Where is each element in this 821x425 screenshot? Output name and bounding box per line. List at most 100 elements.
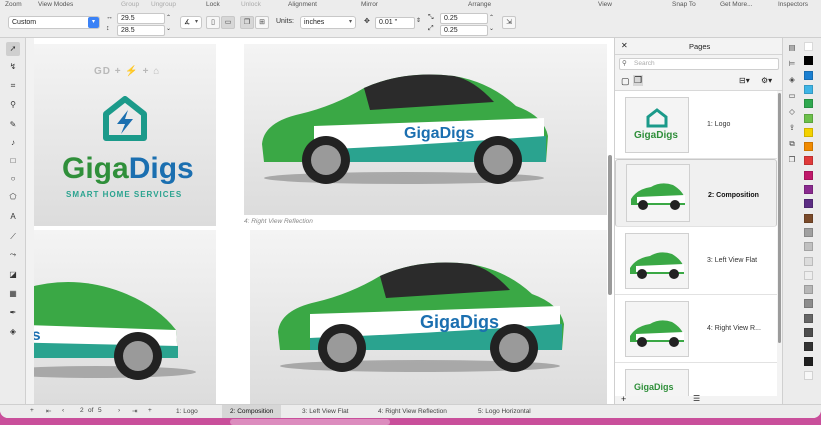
page-height-input[interactable]: 28.5: [117, 25, 165, 36]
add-page-after-icon[interactable]: +: [148, 407, 152, 414]
new-page-icon[interactable]: ▢: [621, 76, 630, 87]
color-swatch[interactable]: [804, 370, 813, 380]
page-tab[interactable]: 1: Logo: [168, 405, 206, 418]
polygon-tool[interactable]: ⬠: [6, 190, 20, 204]
close-icon[interactable]: ✕: [621, 41, 628, 50]
color-swatch[interactable]: [804, 127, 813, 137]
toolbar-label[interactable]: Snap To: [672, 1, 696, 8]
color-swatch[interactable]: [804, 213, 813, 223]
rectangle-tool[interactable]: □: [6, 154, 20, 168]
eyedropper-tool[interactable]: ✒: [6, 306, 20, 320]
comments-icon[interactable]: ▭: [786, 90, 798, 102]
landscape-button[interactable]: ▭: [221, 16, 235, 29]
color-swatch[interactable]: [804, 199, 813, 209]
crop-tool[interactable]: ⌗: [6, 79, 20, 93]
color-swatch[interactable]: [804, 227, 813, 237]
color-swatch[interactable]: [804, 42, 813, 51]
nudge-input[interactable]: 0.01 ": [375, 17, 415, 29]
transform-icon[interactable]: ⧉: [786, 138, 798, 150]
page-list-item[interactable]: GigaDigs 1: Logo: [615, 91, 777, 159]
stepper-icon[interactable]: ⇕: [416, 17, 421, 24]
color-swatch[interactable]: [804, 185, 813, 194]
page-preset-select[interactable]: Custom ▾: [8, 16, 100, 29]
last-page-icon[interactable]: ⇥: [132, 407, 137, 415]
toolbar-label[interactable]: Get More...: [720, 1, 753, 8]
page-current[interactable]: 2: [80, 407, 84, 414]
export-icon[interactable]: ⇪: [786, 122, 798, 134]
current-page-button[interactable]: ⊞: [255, 16, 269, 29]
color-swatch[interactable]: [804, 142, 813, 152]
page-list-item[interactable]: 2: Composition: [615, 159, 777, 227]
align-icon[interactable]: ⊨: [786, 58, 798, 70]
add-page-before-icon[interactable]: +: [30, 407, 34, 414]
list-view-icon[interactable]: ☰: [693, 394, 700, 403]
toolbar-label[interactable]: View Modes: [38, 1, 73, 8]
stepper-icon[interactable]: ⌄: [489, 25, 494, 32]
color-swatch[interactable]: [804, 113, 813, 123]
color-swatch[interactable]: [804, 84, 813, 94]
color-swatch[interactable]: [804, 256, 813, 266]
vertical-ruler[interactable]: [26, 38, 34, 404]
page-options-button[interactable]: ⇲: [502, 16, 516, 29]
page-list-item[interactable]: 4: Right View R...: [615, 295, 777, 363]
toolbar-label[interactable]: View: [598, 1, 612, 8]
stepper-icon[interactable]: ⌃: [489, 14, 494, 21]
pages-search-input[interactable]: ⚲ Search: [619, 58, 779, 70]
duplicate-y-input[interactable]: 0.25: [440, 25, 488, 36]
prev-page-icon[interactable]: ‹: [62, 407, 64, 414]
toolbar-label[interactable]: Ungroup: [151, 1, 176, 8]
portrait-button[interactable]: ▯: [206, 16, 220, 29]
toolbar-label[interactable]: Zoom: [5, 1, 22, 8]
next-page-icon[interactable]: ›: [118, 407, 120, 414]
stepper-icon[interactable]: ⌃: [166, 14, 171, 21]
car-right-view-panel[interactable]: GigaDigs: [244, 44, 607, 215]
pick-tool[interactable]: ➚: [6, 42, 20, 56]
rotation-select[interactable]: ▾ ∡: [180, 16, 202, 29]
page-list-item[interactable]: 3: Left View Flat: [615, 227, 777, 295]
toolbar-label[interactable]: Unlock: [241, 1, 261, 8]
toolbar-label[interactable]: Arrange: [468, 1, 491, 8]
parallel-dimension-tool[interactable]: ⟋: [6, 230, 20, 244]
pages-scrollbar[interactable]: [778, 93, 781, 343]
fill-tool[interactable]: ◈: [6, 325, 20, 339]
color-swatch[interactable]: [804, 342, 813, 352]
zoom-tool[interactable]: ⚲: [6, 98, 20, 112]
page-tab[interactable]: 3: Left View Flat: [294, 405, 357, 418]
page-tab[interactable]: 2: Composition: [222, 405, 282, 418]
color-swatch[interactable]: [804, 156, 813, 166]
color-swatch[interactable]: [804, 356, 813, 366]
drawing-canvas[interactable]: GD + ⚡ + ⌂ GigaDigs SMART HOME SERVICES …: [26, 38, 614, 404]
layers-icon[interactable]: ◈: [786, 74, 798, 86]
first-page-icon[interactable]: ⇤: [46, 407, 51, 415]
page-list-item[interactable]: GigaDigs: [615, 363, 777, 396]
toolbar-label[interactable]: Inspectors: [778, 1, 808, 8]
color-swatch[interactable]: [804, 56, 813, 66]
color-swatch[interactable]: [804, 299, 813, 309]
drop-shadow-tool[interactable]: ◪: [6, 268, 20, 282]
transparency-tool[interactable]: ▦: [6, 287, 20, 301]
add-page-icon[interactable]: +: [621, 394, 626, 404]
connector-tool[interactable]: ⤳: [6, 248, 20, 262]
color-swatch[interactable]: [804, 70, 813, 80]
properties-icon[interactable]: ▤: [786, 42, 798, 54]
toolbar-label[interactable]: Mirror: [361, 1, 378, 8]
page-tab[interactable]: 4: Right View Reflection: [370, 405, 455, 418]
stepper-icon[interactable]: ⌄: [166, 25, 171, 32]
units-select[interactable]: inches ▾: [300, 16, 356, 29]
car-reflection-panel[interactable]: GigaDigs: [250, 230, 607, 404]
color-swatch[interactable]: [804, 99, 813, 109]
color-swatch[interactable]: [804, 313, 813, 323]
toolbar-label[interactable]: Lock: [206, 1, 220, 8]
duplicate-page-icon[interactable]: ❐: [633, 75, 644, 86]
ellipse-tool[interactable]: ○: [6, 172, 20, 186]
logo-panel[interactable]: GD + ⚡ + ⌂ GigaDigs SMART HOME SERVICES: [34, 44, 216, 226]
toolbar-label[interactable]: Alignment: [288, 1, 317, 8]
pages-inspector-icon[interactable]: ❐: [786, 154, 798, 166]
view-options-icon[interactable]: ⊟▾: [739, 76, 750, 85]
all-pages-button[interactable]: ❐: [240, 16, 254, 29]
car-left-view-panel[interactable]: Digs: [26, 230, 216, 404]
tags-icon[interactable]: ◇: [786, 106, 798, 118]
page-tab[interactable]: 5: Logo Horizontal: [470, 405, 539, 418]
gear-icon[interactable]: ⚙▾: [761, 76, 772, 85]
duplicate-x-input[interactable]: 0.25: [440, 13, 488, 24]
